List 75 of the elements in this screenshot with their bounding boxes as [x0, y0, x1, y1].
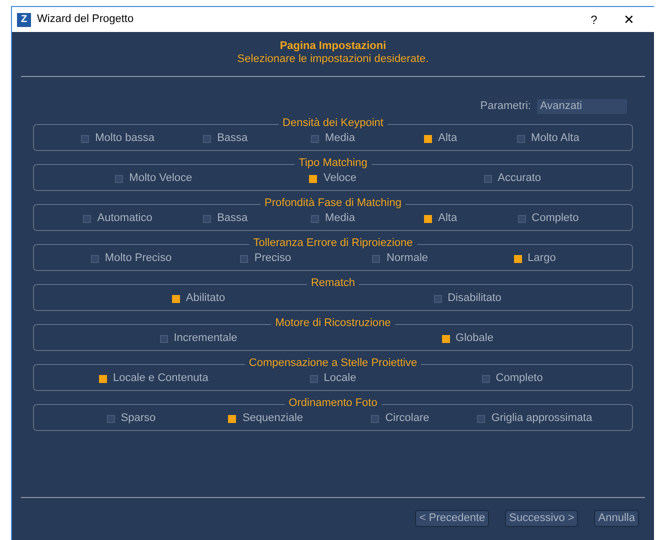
option-label[interactable]: Molto Preciso: [104, 250, 172, 267]
radio-box[interactable]: [482, 374, 490, 382]
radio-box[interactable]: [514, 254, 522, 262]
group-title: Ordinamento Foto: [284, 396, 382, 410]
group-title: Profondità Fase di Matching: [260, 196, 406, 210]
radio-box[interactable]: [115, 174, 124, 182]
radio-box[interactable]: [240, 254, 248, 262]
page-title: Pagina Impostazioni: [280, 40, 386, 53]
option-label[interactable]: Largo: [528, 250, 556, 267]
parameters-dropdown[interactable]: Avanzati: [537, 98, 627, 114]
option-label[interactable]: Incrementale: [174, 330, 238, 347]
radio-box[interactable]: [228, 414, 236, 422]
radio-box[interactable]: [477, 414, 486, 422]
radio-box[interactable]: [83, 214, 92, 222]
wizard-button[interactable]: Annulla: [594, 510, 639, 527]
option-label[interactable]: Griglia approssimata: [491, 410, 592, 427]
option-label[interactable]: Sequenziale: [242, 410, 304, 427]
option-label[interactable]: Normale: [386, 250, 428, 267]
radio-box[interactable]: [434, 294, 442, 302]
radio-box[interactable]: [442, 334, 450, 342]
radio-box[interactable]: [424, 214, 432, 222]
group-title: Densità dei Keypoint: [278, 116, 388, 130]
radio-box[interactable]: [90, 254, 99, 262]
option-label[interactable]: Completo: [532, 210, 579, 227]
wizard-button[interactable]: < Precedente: [415, 510, 490, 527]
option-label[interactable]: Molto Alta: [531, 130, 580, 147]
radio-box[interactable]: [424, 134, 432, 142]
app-icon: Z: [17, 12, 31, 26]
group-title: Tolleranza Errore di Riproiezione: [249, 236, 417, 250]
radio-box[interactable]: [203, 134, 212, 142]
option-label[interactable]: Automatico: [97, 210, 152, 227]
radio-box[interactable]: [311, 134, 319, 142]
option-label[interactable]: Alta: [438, 210, 458, 227]
radio-box[interactable]: [172, 294, 180, 302]
radio-box[interactable]: [106, 414, 115, 422]
option-label[interactable]: Bassa: [217, 130, 248, 147]
radio-box[interactable]: [311, 214, 319, 222]
option-label[interactable]: Globale: [456, 330, 494, 347]
page-subtitle: Selezionare le impostazioni desiderate.: [237, 53, 429, 66]
option-label[interactable]: Locale e Contenuta: [112, 370, 208, 387]
radio-box[interactable]: [371, 414, 380, 422]
option-label[interactable]: Media: [325, 130, 355, 147]
parameters-label: Parametri:: [480, 99, 531, 114]
radio-box[interactable]: [518, 214, 526, 222]
group-title: Compensazione a Stelle Proiettive: [244, 356, 422, 370]
radio-box[interactable]: [484, 174, 492, 182]
option-label[interactable]: Alta: [438, 130, 458, 147]
option-label[interactable]: Accurato: [498, 170, 542, 187]
group-title: Rematch: [306, 276, 360, 290]
radio-box[interactable]: [310, 374, 318, 382]
option-label[interactable]: Sparso: [120, 410, 156, 427]
help-button[interactable]: ?: [579, 10, 609, 28]
wizard-button[interactable]: Successivo >: [505, 510, 578, 527]
option-label[interactable]: Veloce: [323, 170, 356, 187]
option-label[interactable]: Disabilitato: [448, 290, 502, 307]
radio-box[interactable]: [81, 134, 90, 142]
option-label[interactable]: Bassa: [217, 210, 248, 227]
radio-box[interactable]: [203, 214, 212, 222]
group-title: Tipo Matching: [294, 156, 372, 170]
window-title: Wizard del Progetto: [37, 12, 134, 28]
option-label[interactable]: Completo: [496, 370, 543, 387]
option-label[interactable]: Circolare: [385, 410, 430, 427]
group-title: Motore di Ricostruzione: [271, 316, 395, 330]
radio-box[interactable]: [160, 334, 168, 342]
option-label[interactable]: Molto Veloce: [129, 170, 192, 187]
option-label[interactable]: Preciso: [254, 250, 292, 267]
option-label[interactable]: Abilitato: [186, 290, 226, 307]
option-label[interactable]: Locale: [324, 370, 356, 387]
radio-box[interactable]: [98, 374, 107, 382]
close-button[interactable]: ✕: [609, 10, 649, 30]
option-label[interactable]: Media: [325, 210, 355, 227]
radio-box[interactable]: [309, 174, 318, 182]
radio-box[interactable]: [372, 254, 380, 262]
radio-box[interactable]: [517, 134, 526, 142]
option-label[interactable]: Molto bassa: [95, 130, 154, 147]
